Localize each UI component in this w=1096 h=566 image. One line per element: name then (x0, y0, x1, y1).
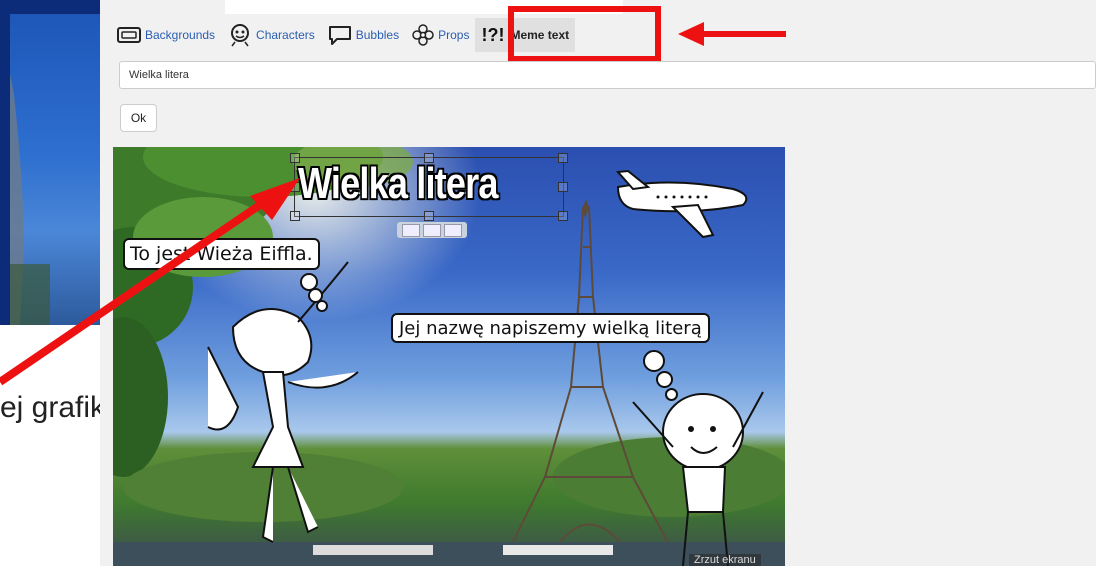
thought-dot (665, 388, 678, 401)
tab-bubbles[interactable]: Bubbles (321, 18, 405, 52)
send-backward-icon[interactable] (444, 223, 462, 237)
character-icon (231, 24, 250, 47)
resize-handle[interactable] (558, 211, 568, 221)
resize-handle[interactable] (558, 153, 568, 163)
tab-label: Backgrounds (145, 28, 216, 42)
annotation-arrow-icon (678, 22, 786, 46)
screenshot-watermark: Zrzut ekranu (689, 554, 761, 566)
thought-dot (656, 371, 673, 388)
tab-props[interactable]: Props (405, 18, 475, 52)
speech-bubble-icon (328, 26, 351, 45)
tab-label: Characters (256, 28, 315, 42)
background-icon (117, 27, 141, 43)
tab-characters[interactable]: Characters (221, 18, 321, 52)
annotation-highlight-box (508, 6, 661, 62)
copy-icon[interactable] (402, 223, 420, 237)
tab-backgrounds[interactable]: Backgrounds (110, 18, 221, 52)
bring-forward-icon[interactable] (423, 223, 441, 237)
tab-label: Props (438, 28, 470, 42)
speech-bubble-2[interactable]: Jej nazwę napiszemy wielką literą (391, 313, 710, 343)
meme-title-text[interactable]: Wielka litera (298, 159, 498, 209)
tab-label: Bubbles (355, 28, 400, 42)
meme-text-input[interactable]: Wielka litera (119, 61, 1096, 89)
tool-tabs: Backgrounds Characters Bubbles Props !?!… (110, 17, 576, 53)
annotation-diagonal-arrow-icon (0, 178, 300, 386)
thought-dot (643, 350, 665, 372)
meme-text-icon: !?! (481, 24, 505, 45)
ok-button[interactable]: Ok (120, 104, 157, 132)
resize-handle[interactable] (424, 211, 434, 221)
resize-handle[interactable] (558, 182, 568, 192)
layer-controls (397, 222, 467, 238)
flower-icon (412, 24, 434, 46)
